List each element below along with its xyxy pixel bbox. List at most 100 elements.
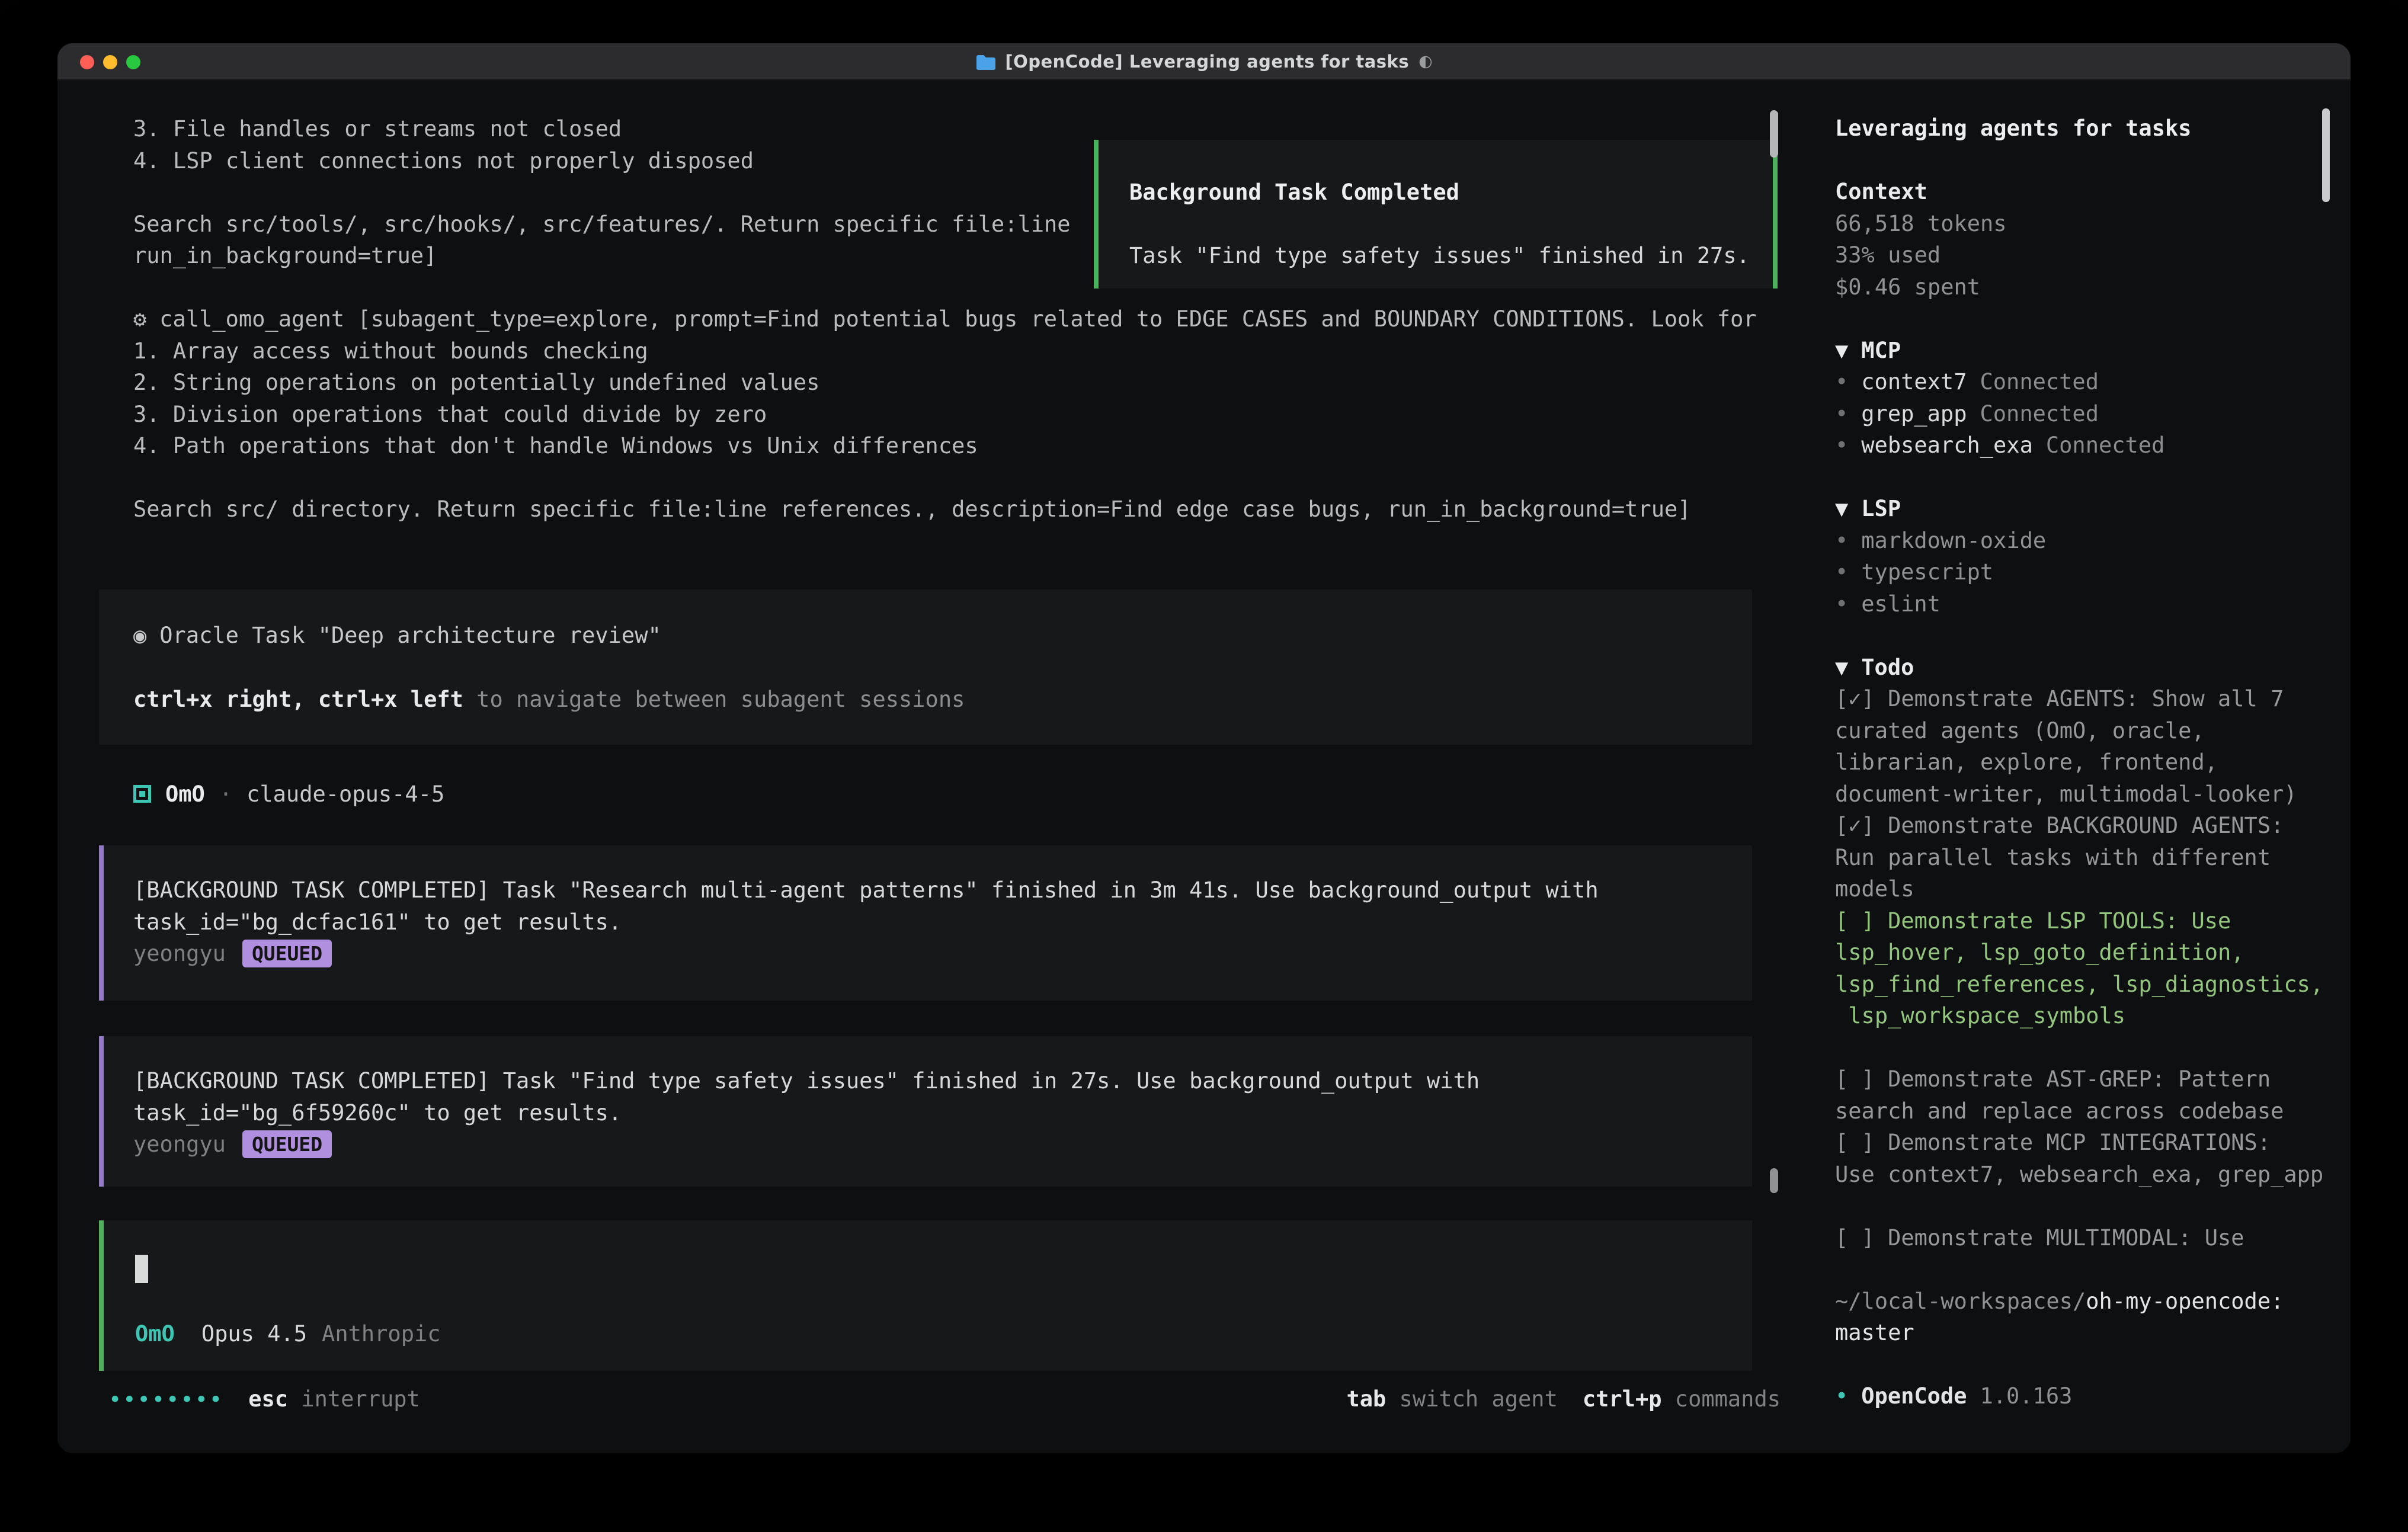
chevron-down-icon: ▼: [1835, 496, 1848, 521]
log-line-blank: [133, 462, 1739, 494]
todo-item-active: lsp_workspace_symbols: [1835, 1000, 2351, 1032]
sidebar-scrollbar-thumb[interactable]: [2322, 108, 2330, 202]
title-group: [OpenCode] Leveraging agents for tasks ◐: [975, 52, 1432, 72]
author-label: yeongyu: [133, 941, 226, 966]
git-branch: master: [1835, 1317, 2351, 1349]
todo-item-active: lsp_find_references, lsp_diagnostics,: [1835, 969, 2351, 1001]
path-prefix: ~/local-workspaces/: [1835, 1289, 2086, 1314]
navigation-hint: ctrl+x right, ctrl+x left to navigate be…: [133, 684, 1752, 716]
workspace-path: ~/local-workspaces/oh-my-opencode:: [1835, 1286, 2351, 1318]
todo-item: document-writer, multimodal-looker): [1835, 778, 2351, 810]
mcp-item: •websearch_exaConnected: [1835, 430, 2351, 461]
agent-icon: [133, 785, 151, 803]
hint-text: to navigate between subagent sessions: [463, 687, 965, 712]
record-icon: ◉: [133, 623, 146, 648]
agent-name: OmO: [165, 781, 205, 807]
close-button[interactable]: [80, 55, 94, 69]
oracle-task-panel[interactable]: ◉Oracle Task "Deep architecture review" …: [99, 589, 1752, 745]
bullet-icon: •: [1835, 591, 1848, 617]
mcp-heading: MCP: [1861, 338, 1901, 363]
background-task-message[interactable]: [BACKGROUND TASK COMPLETED] Task "Resear…: [99, 845, 1752, 1001]
bullet-icon: •: [1835, 559, 1848, 585]
tool-call-text: call_omo_agent [subagent_type=explore, p…: [159, 306, 1756, 332]
window-content: 3. File handles or streams not closed 4.…: [57, 81, 2351, 1453]
titlebar[interactable]: [OpenCode] Leveraging agents for tasks ◐: [57, 43, 2351, 81]
oracle-task-title: Oracle Task "Deep architecture review": [159, 623, 661, 648]
task-message-line: [BACKGROUND TASK COMPLETED] Task "Find t…: [133, 1065, 1752, 1097]
todo-item: search and replace across codebase: [1835, 1095, 2351, 1127]
esc-label: interrupt: [288, 1386, 420, 1412]
todo-heading: Todo: [1861, 655, 1914, 680]
log-line: 4. Path operations that don't handle Win…: [133, 430, 1739, 462]
commands-key: ctrl+p: [1583, 1386, 1662, 1412]
background-task-message[interactable]: [BACKGROUND TASK COMPLETED] Task "Find t…: [99, 1036, 1752, 1187]
bullet-icon: •: [1835, 432, 1848, 458]
mcp-name: grep_app: [1861, 401, 1967, 427]
zoom-button[interactable]: [126, 55, 140, 69]
context-spent: $0.46 spent: [1835, 271, 2351, 303]
todo-item: models: [1835, 873, 2351, 905]
log-line: 1. Array access without bounds checking: [133, 335, 1739, 367]
text-cursor: [135, 1255, 148, 1283]
todo-item: [ ] Demonstrate MCP INTEGRATIONS:: [1835, 1127, 2351, 1159]
author-label: yeongyu: [133, 1132, 226, 1157]
esc-key: esc: [248, 1386, 288, 1412]
esc-hint: esc interrupt: [248, 1386, 420, 1412]
todo-item: [✓] Demonstrate AGENTS: Show all 7: [1835, 683, 2351, 715]
terminal-main: 3. File handles or streams not closed 4.…: [57, 81, 1810, 1453]
lsp-name: typescript: [1861, 559, 1993, 585]
toast-title: Background Task Completed: [1129, 177, 1773, 209]
todo-item: Use context7, websearch_exa, grep_app: [1835, 1159, 2351, 1191]
scrollbar-thumb[interactable]: [1770, 1168, 1778, 1193]
task-message-line: [BACKGROUND TASK COMPLETED] Task "Resear…: [133, 874, 1752, 906]
minimize-button[interactable]: [103, 55, 117, 69]
folder-icon: [975, 53, 995, 70]
scrollbar-thumb[interactable]: [1770, 110, 1778, 158]
section-todo[interactable]: ▼ Todo: [1835, 652, 2351, 684]
mcp-name: websearch_exa: [1861, 432, 2033, 458]
log-line: Search src/ directory. Return specific f…: [133, 493, 1739, 525]
context-tokens: 66,518 tokens: [1835, 208, 2351, 240]
mcp-name: context7: [1861, 369, 1967, 395]
traffic-lights: [80, 55, 140, 69]
mcp-item: •context7Connected: [1835, 366, 2351, 398]
notification-toast[interactable]: Background Task Completed Task "Find typ…: [1094, 140, 1778, 289]
bullet-icon: •: [1835, 1383, 1848, 1409]
chevron-down-icon: ▼: [1835, 338, 1848, 363]
section-lsp[interactable]: ▼ LSP: [1835, 493, 2351, 525]
log-line: ⚙call_omo_agent [subagent_type=explore, …: [133, 303, 1739, 335]
task-meta-row: yeongyu QUEUED: [133, 1129, 1752, 1161]
gear-icon: ⚙: [133, 306, 146, 332]
todo-item: [ ] Demonstrate MULTIMODAL: Use: [1835, 1222, 2351, 1254]
session-title: Leveraging agents for tasks: [1835, 113, 2351, 145]
section-mcp[interactable]: ▼ MCP: [1835, 335, 2351, 367]
provider-label: Anthropic: [322, 1321, 440, 1347]
input-meta-row: OmO Opus 4.5 Anthropic: [135, 1318, 441, 1350]
active-model-label: Opus 4.5: [201, 1321, 307, 1347]
lsp-heading: LSP: [1861, 496, 1901, 521]
lsp-item: • typescript: [1835, 556, 2351, 588]
sidebar: Leveraging agents for tasks Context 66,5…: [1810, 81, 2351, 1453]
todo-item-active: lsp_hover, lsp_goto_definition,: [1835, 937, 2351, 969]
context-used: 33% used: [1835, 239, 2351, 271]
task-message-line: task_id="bg_dcfac161" to get results.: [133, 906, 1752, 938]
todo-item: [✓] Demonstrate BACKGROUND AGENTS:: [1835, 810, 2351, 842]
todo-item: librarian, explore, frontend,: [1835, 746, 2351, 778]
lsp-name: eslint: [1861, 591, 1941, 617]
progress-icon: ◐: [1418, 52, 1433, 70]
context-heading: Context: [1835, 176, 2351, 208]
queued-badge: QUEUED: [242, 940, 332, 967]
todo-item-active: [ ] Demonstrate LSP TOOLS: Use: [1835, 905, 2351, 937]
bullet-icon: •: [1835, 401, 1848, 427]
status-bar: ∙∙∙∙∙∙∙∙ esc interrupt tab switch agent …: [108, 1383, 1781, 1415]
bullet-icon: •: [1835, 369, 1848, 395]
hint-keys: ctrl+x right, ctrl+x left: [133, 687, 463, 712]
lsp-name: markdown-oxide: [1861, 528, 2046, 553]
chevron-down-icon: ▼: [1835, 655, 1848, 680]
agent-header: OmO · claude-opus-4-5: [133, 778, 444, 810]
tab-hint: tab switch agent: [1346, 1386, 1557, 1412]
app-version: 1.0.163: [1980, 1383, 2073, 1409]
repo-name: oh-my-opencode:: [2086, 1289, 2284, 1314]
separator-dot: ·: [219, 781, 232, 807]
prompt-input[interactable]: OmO Opus 4.5 Anthropic: [99, 1220, 1752, 1371]
